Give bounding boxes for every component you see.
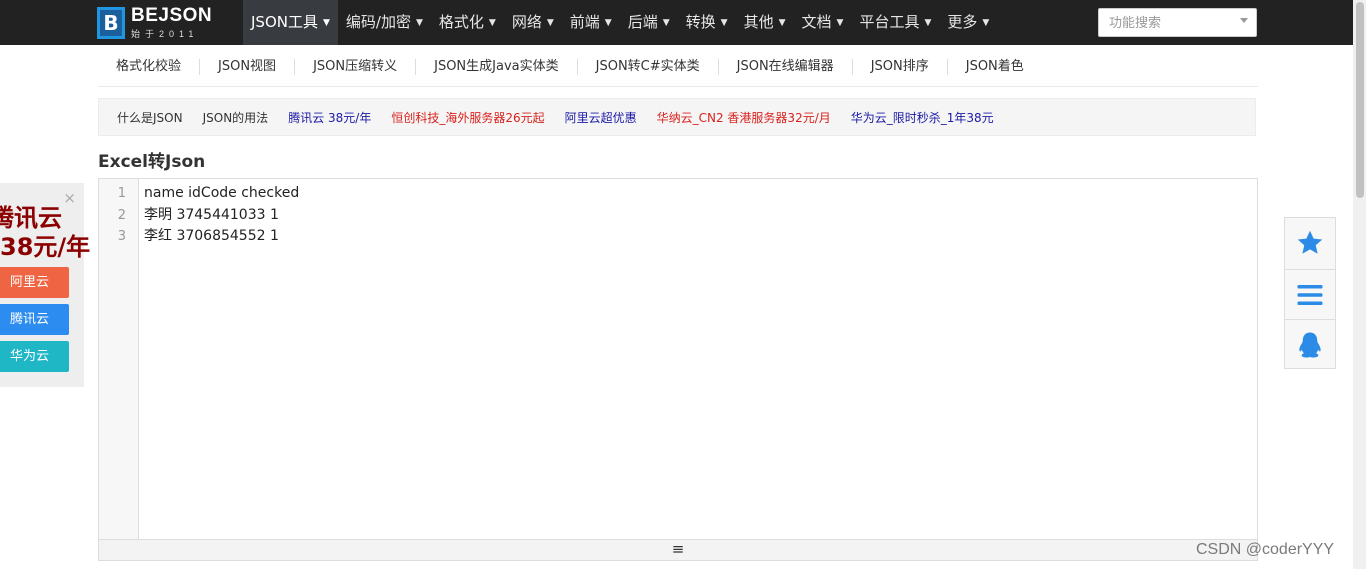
nav-item-more[interactable]: 更多 ▼	[939, 0, 997, 45]
line-number-gutter: 1 2 3	[99, 179, 139, 540]
link-hengchuang[interactable]: 恒创科技_海外服务器26元起	[391, 109, 544, 126]
link-tencent-cloud[interactable]: 腾讯云 38元/年	[288, 109, 371, 126]
code-editor[interactable]: 1 2 3 name idCode checked 李明 3745441033 …	[98, 178, 1258, 561]
editor-resize-handle[interactable]: ≡	[99, 539, 1257, 560]
floating-ad-panel: × 腾讯云 38元/年 阿里云 腾讯云 华为云	[0, 183, 90, 387]
code-line[interactable]: 李红 3706854552 1	[144, 226, 299, 248]
top-navbar: B BEJSON 始于2011 JSON工具 ▼ 编码/加密 ▼ 格式化 ▼ 网络 ▼ …	[0, 0, 1366, 45]
logo-subtitle: 始于2011	[131, 29, 199, 39]
ad-button-tencent[interactable]: 腾讯云	[0, 304, 69, 335]
ad-price: 38元/年	[0, 233, 91, 261]
ad-button-aliyun[interactable]: 阿里云	[0, 267, 69, 298]
link-aliyun[interactable]: 阿里云超优惠	[565, 109, 637, 126]
subnav-json-editor[interactable]: JSON在线编辑器	[719, 59, 853, 75]
page-title: Excel转Json	[98, 152, 206, 172]
nav-item-convert[interactable]: 转换 ▼	[678, 0, 736, 45]
caret-down-icon: ▼	[982, 18, 990, 28]
nav-item-docs[interactable]: 文档 ▼	[794, 0, 852, 45]
caret-down-icon: ▼	[720, 18, 728, 28]
line-number: 1	[117, 186, 126, 201]
nav-item-network[interactable]: 网络 ▼	[504, 0, 562, 45]
nav-item-encoding[interactable]: 编码/加密 ▼	[338, 0, 431, 45]
nav-item-platform-tools[interactable]: 平台工具 ▼	[851, 0, 939, 45]
editor-content[interactable]: name idCode checked 李明 3745441033 1 李红 3…	[144, 183, 299, 248]
line-number: 2	[117, 207, 126, 223]
right-float-toolbar	[1284, 217, 1336, 369]
logo-text: BEJSON	[131, 5, 213, 26]
bejson-logo[interactable]: B BEJSON 始于2011	[97, 5, 222, 41]
link-huana-cloud[interactable]: 华纳云_CN2 香港服务器32元/月	[657, 109, 831, 126]
function-search-input[interactable]	[1107, 9, 1239, 37]
dropdown-arrow-icon[interactable]	[1240, 18, 1248, 23]
link-what-is-json[interactable]: 什么是JSON	[117, 109, 183, 126]
qq-button[interactable]	[1285, 319, 1335, 370]
caret-down-icon: ▼	[546, 18, 554, 28]
ad-button-huawei[interactable]: 华为云	[0, 341, 69, 372]
code-line[interactable]: name idCode checked	[144, 183, 299, 205]
subnav-json-sort[interactable]: JSON排序	[853, 59, 948, 75]
caret-down-icon: ▼	[488, 18, 496, 28]
subnav-json-compress[interactable]: JSON压缩转义	[295, 59, 417, 75]
subnav-json-color[interactable]: JSON着色	[948, 59, 1042, 75]
line-number: 3	[117, 229, 126, 244]
caret-down-icon: ▼	[415, 18, 423, 28]
subnav-json-to-java[interactable]: JSON生成Java实体类	[416, 59, 578, 75]
qq-icon	[1299, 332, 1321, 358]
nav-item-frontend[interactable]: 前端 ▼	[562, 0, 620, 45]
main-menu: JSON工具 ▼ 编码/加密 ▼ 格式化 ▼ 网络 ▼ 前端 ▼ 后端 ▼ 转换 ▼ 其他 ▼ …	[243, 0, 997, 45]
subnav-json-view[interactable]: JSON视图	[200, 59, 296, 75]
caret-down-icon: ▼	[778, 18, 786, 28]
nav-item-formatting[interactable]: 格式化 ▼	[431, 0, 504, 45]
subnav-json-to-csharp[interactable]: JSON转C#实体类	[578, 59, 719, 75]
function-search-select[interactable]	[1098, 8, 1257, 37]
subnav-format-validate[interactable]: 格式化校验	[98, 59, 201, 75]
caret-down-icon: ▼	[604, 18, 612, 28]
watermark: CSDN @coderYYY	[1196, 541, 1335, 558]
menu-icon	[1297, 285, 1323, 305]
link-json-usage[interactable]: JSON的用法	[203, 109, 269, 126]
caret-down-icon: ▼	[662, 18, 670, 28]
caret-down-icon: ▼	[836, 18, 844, 28]
favorite-button[interactable]	[1285, 218, 1335, 268]
code-line[interactable]: 李明 3745441033 1	[144, 205, 299, 227]
caret-down-icon: ▼	[322, 18, 330, 28]
nav-item-json-tools[interactable]: JSON工具 ▼	[243, 0, 338, 45]
link-huawei-cloud[interactable]: 华为云_限时秒杀_1年38元	[851, 109, 994, 126]
close-icon[interactable]: ×	[63, 189, 76, 207]
nav-item-backend[interactable]: 后端 ▼	[620, 0, 678, 45]
page-scrollbar-thumb[interactable]	[1356, 2, 1364, 198]
menu-button[interactable]	[1285, 269, 1335, 320]
star-icon	[1297, 230, 1323, 254]
logo-mark: B	[97, 7, 125, 39]
nav-item-other[interactable]: 其他 ▼	[736, 0, 794, 45]
caret-down-icon: ▼	[924, 18, 932, 28]
promo-link-bar: 什么是JSON JSON的用法 腾讯云 38元/年 恒创科技_海外服务器26元起…	[98, 98, 1256, 136]
sub-navigation: 格式化校验 JSON视图 JSON压缩转义 JSON生成Java实体类 JSON…	[98, 48, 1258, 87]
